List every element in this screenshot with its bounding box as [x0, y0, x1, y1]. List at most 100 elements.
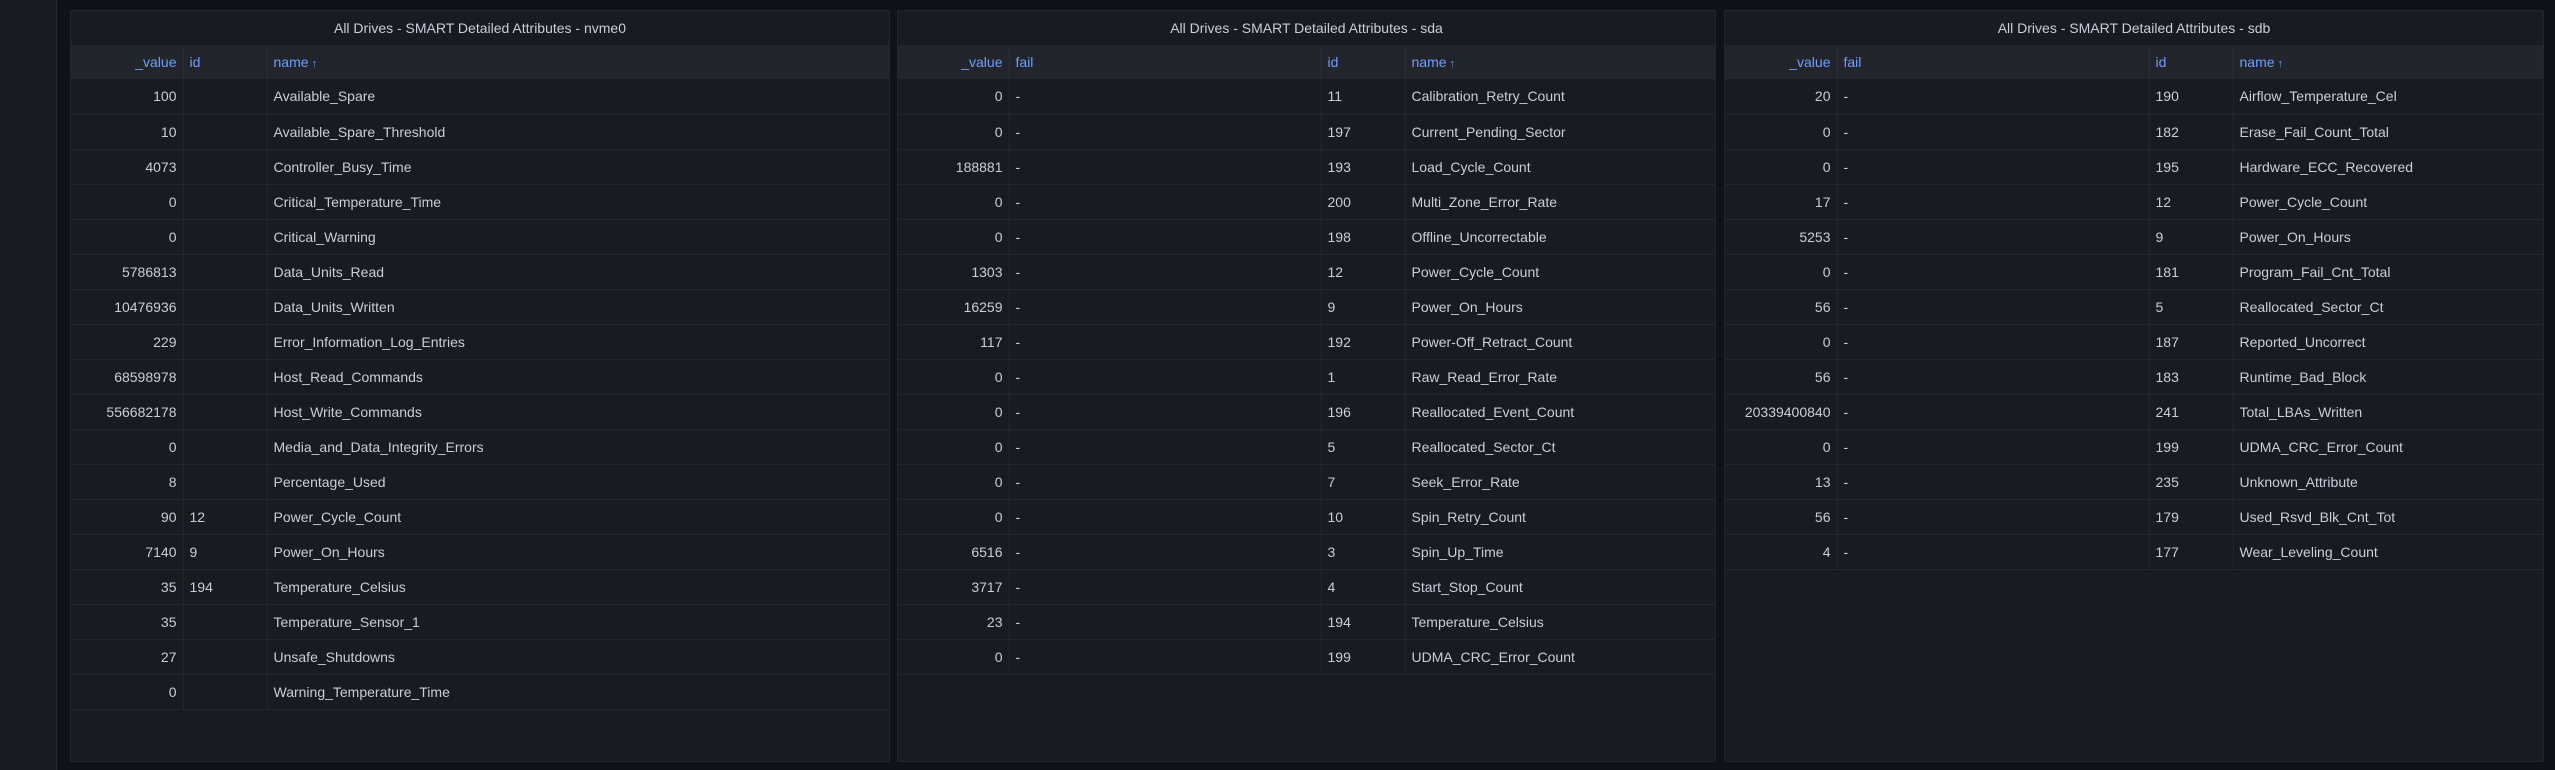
- cell-value: 35: [71, 569, 184, 605]
- column-header-id[interactable]: id: [2149, 45, 2234, 79]
- cell-name: Media_and_Data_Integrity_Errors: [267, 429, 889, 465]
- cell-name: Runtime_Bad_Block: [2233, 359, 2543, 395]
- cell-name: Power_On_Hours: [1405, 289, 1715, 325]
- cell-id: 241: [2149, 394, 2234, 430]
- cell-name: Wear_Leveling_Count: [2233, 534, 2543, 570]
- column-header-name[interactable]: name ↑: [1405, 45, 1715, 79]
- cell-value: 8: [71, 464, 184, 500]
- cell-id: 187: [2149, 324, 2234, 360]
- column-header-name[interactable]: name ↑: [2233, 45, 2543, 79]
- cell-id: [183, 114, 268, 150]
- cell-value: 0: [1725, 254, 1838, 290]
- cell-fail: -: [1837, 324, 2150, 360]
- cell-value: 68598978: [71, 359, 184, 395]
- table-row: 10476936 Data_Units_Written: [71, 289, 889, 325]
- table-header-row: _value id name ↑: [71, 45, 889, 79]
- cell-id: 1: [1321, 359, 1406, 395]
- panel-title[interactable]: All Drives - SMART Detailed Attributes -…: [898, 11, 1715, 45]
- cell-name: Temperature_Sensor_1: [267, 604, 889, 640]
- cell-id: 5: [2149, 289, 2234, 325]
- table-row: 0-181 Program_Fail_Cnt_Total: [1725, 254, 2543, 290]
- cell-fail: -: [1009, 149, 1322, 185]
- cell-value: 0: [898, 394, 1010, 430]
- table-row: 20-190 Airflow_Temperature_Cel: [1725, 79, 2543, 115]
- table-row: 20339400840-241 Total_LBAs_Written: [1725, 394, 2543, 430]
- cell-value: 6516: [898, 534, 1010, 570]
- cell-id: 182: [2149, 114, 2234, 150]
- table-row: 5786813 Data_Units_Read: [71, 254, 889, 290]
- cell-value: 0: [898, 499, 1010, 535]
- cell-value: 0: [1725, 324, 1838, 360]
- cell-id: 199: [2149, 429, 2234, 465]
- cell-name: Spin_Up_Time: [1405, 534, 1715, 570]
- data-table: _value fail id name ↑ 20-190 Airflow_Temperatu…: [1725, 45, 2543, 570]
- cell-id: [183, 219, 268, 255]
- cell-value: 4073: [71, 149, 184, 185]
- panel-title[interactable]: All Drives - SMART Detailed Attributes -…: [71, 11, 889, 45]
- column-header-value[interactable]: _value: [1725, 45, 1838, 79]
- column-header-fail[interactable]: fail: [1837, 45, 2150, 79]
- table-row: 100 Available_Spare: [71, 79, 889, 115]
- column-header-fail[interactable]: fail: [1009, 45, 1322, 79]
- cell-id: 3: [1321, 534, 1406, 570]
- cell-name: Raw_Read_Error_Rate: [1405, 359, 1715, 395]
- cell-fail: -: [1837, 219, 2150, 255]
- cell-value: 56: [1725, 499, 1838, 535]
- column-header-id[interactable]: id: [183, 45, 268, 79]
- table-row: 13-235 Unknown_Attribute: [1725, 464, 2543, 500]
- cell-id: 195: [2149, 149, 2234, 185]
- cell-value: 13: [1725, 464, 1838, 500]
- cell-name: Start_Stop_Count: [1405, 569, 1715, 605]
- cell-name: Multi_Zone_Error_Rate: [1405, 184, 1715, 220]
- cell-id: 177: [2149, 534, 2234, 570]
- cell-id: [183, 324, 268, 360]
- cell-value: 17: [1725, 184, 1838, 220]
- cell-id: [183, 464, 268, 500]
- sort-ascending-icon: ↑: [1449, 58, 1456, 70]
- cell-name: Error_Information_Log_Entries: [267, 324, 889, 360]
- column-header-name[interactable]: name ↑: [267, 45, 889, 79]
- cell-id: 192: [1321, 324, 1406, 360]
- cell-id: 9: [2149, 219, 2234, 255]
- cell-id: 183: [2149, 359, 2234, 395]
- table-row: 0-11 Calibration_Retry_Count: [898, 79, 1715, 115]
- cell-name: Erase_Fail_Count_Total: [2233, 114, 2543, 150]
- column-header-id[interactable]: id: [1321, 45, 1406, 79]
- cell-id: 235: [2149, 464, 2234, 500]
- column-header-label: name: [2239, 54, 2275, 70]
- cell-name: Host_Write_Commands: [267, 394, 889, 430]
- cell-name: Load_Cycle_Count: [1405, 149, 1715, 185]
- cell-id: [183, 674, 268, 710]
- cell-value: 0: [71, 184, 184, 220]
- cell-name: Critical_Temperature_Time: [267, 184, 889, 220]
- cell-fail: -: [1009, 429, 1322, 465]
- cell-name: Percentage_Used: [267, 464, 889, 500]
- table-panel: All Drives - SMART Detailed Attributes -…: [897, 10, 1716, 762]
- cell-id: 196: [1321, 394, 1406, 430]
- column-header-label: _value: [135, 54, 177, 70]
- table-row: 0-198 Offline_Uncorrectable: [898, 219, 1715, 255]
- cell-value: 5253: [1725, 219, 1838, 255]
- cell-fail: -: [1837, 289, 2150, 325]
- column-header-value[interactable]: _value: [898, 45, 1010, 79]
- table-row: 0-200 Multi_Zone_Error_Rate: [898, 184, 1715, 220]
- table-row: 0-5 Reallocated_Sector_Ct: [898, 429, 1715, 465]
- cell-value: 0: [71, 219, 184, 255]
- cell-value: 35: [71, 604, 184, 640]
- cell-name: Unknown_Attribute: [2233, 464, 2543, 500]
- table-row: 6516-3 Spin_Up_Time: [898, 534, 1715, 570]
- column-header-label: fail: [1843, 54, 1862, 70]
- table-row: 16259-9 Power_On_Hours: [898, 289, 1715, 325]
- panel-title[interactable]: All Drives - SMART Detailed Attributes -…: [1725, 11, 2543, 45]
- cell-fail: -: [1837, 534, 2150, 570]
- cell-fail: -: [1009, 534, 1322, 570]
- column-header-value[interactable]: _value: [71, 45, 184, 79]
- cell-fail: -: [1009, 114, 1322, 150]
- table-header-row: _value fail id name ↑: [898, 45, 1715, 79]
- column-header-label: _value: [961, 54, 1003, 70]
- cell-fail: -: [1009, 569, 1322, 605]
- column-header-label: id: [2155, 54, 2167, 70]
- table-panel: All Drives - SMART Detailed Attributes -…: [70, 10, 890, 762]
- cell-name: Reported_Uncorrect: [2233, 324, 2543, 360]
- table-row: 0-199 UDMA_CRC_Error_Count: [898, 639, 1715, 675]
